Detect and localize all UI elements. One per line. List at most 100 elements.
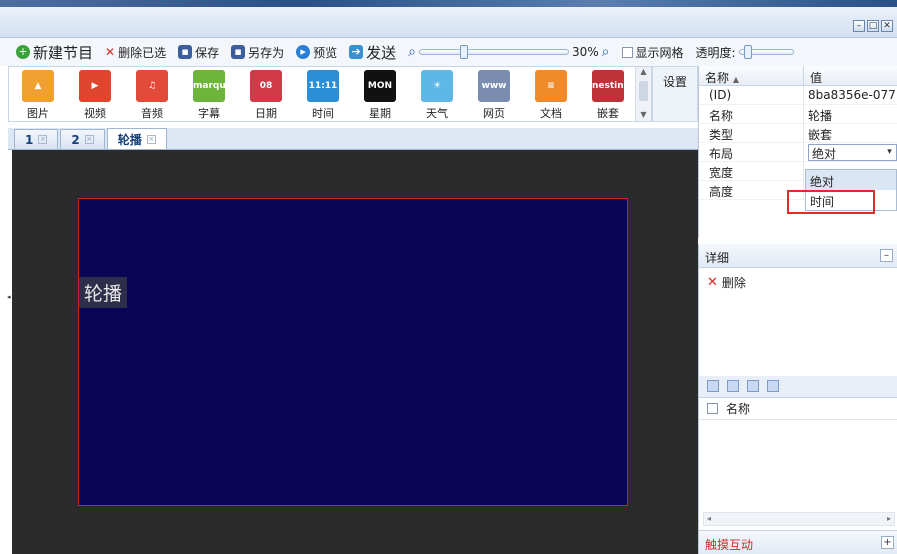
program-tab[interactable]: 1 × (14, 129, 59, 149)
save-label: 保存 (195, 45, 220, 60)
align-top-icon[interactable] (707, 380, 719, 392)
preview-icon: ▸ (296, 45, 311, 59)
palette-item[interactable]: 11:11 时间 (298, 70, 348, 120)
preview-label: 预览 (313, 45, 338, 60)
touch-interaction-label: 触摸互动 (705, 538, 754, 552)
zoom-in-icon[interactable]: ⌕ (602, 44, 610, 60)
collapse-left-icon[interactable]: ◂ (7, 293, 12, 301)
show-grid-toggle[interactable]: 显示网格 (621, 44, 684, 61)
column-value-header[interactable]: 值 (804, 66, 828, 85)
align-right-icon[interactable] (767, 380, 779, 392)
maximize-button[interactable]: □ (867, 20, 879, 32)
zoom-out-icon[interactable]: ⌕ (408, 44, 416, 60)
property-row[interactable]: 名称 轮播 (699, 105, 897, 124)
delete-element-button[interactable]: ✕ 删除 (699, 268, 897, 297)
sort-asc-icon: ▲ (732, 75, 739, 84)
show-grid-checkbox[interactable] (621, 46, 633, 58)
palette-item[interactable]: ≡ 文档 (526, 70, 576, 120)
palette-item[interactable]: www 网页 (469, 70, 519, 120)
close-button[interactable]: ✕ (881, 20, 893, 32)
delete-icon: ✕ (707, 275, 718, 290)
zoom-slider[interactable] (419, 45, 569, 59)
save-as-button[interactable]: ▪ 另存为 (231, 44, 284, 61)
close-tab-icon[interactable]: × (84, 135, 94, 144)
property-value[interactable]: 轮播 (804, 105, 897, 123)
property-value[interactable]: 嵌套 (804, 124, 897, 142)
layer-list-header: 名称 (699, 398, 897, 420)
close-tab-icon[interactable]: × (146, 134, 156, 144)
palette-item[interactable]: nesting 嵌套 (583, 70, 633, 120)
align-bottom-icon[interactable] (727, 380, 739, 392)
layout-select-value: 绝对 (812, 147, 837, 161)
property-key: 类型 (699, 124, 804, 142)
opacity-slider-knob[interactable] (743, 45, 752, 59)
document-icon: ≡ (535, 70, 567, 102)
collapse-button[interactable]: – (880, 249, 893, 262)
opacity-label: 透明度: (695, 45, 736, 60)
new-program-label: 新建节目 (33, 43, 94, 62)
palette-item[interactable]: MON 星期 (355, 70, 405, 120)
nesting-icon: nesting (592, 70, 624, 102)
property-grid-header: 名称 ▲ 值 (699, 66, 897, 86)
delete-selected-label: 删除已选 (118, 45, 167, 60)
program-tabs: 1 × 2 × 轮播 × (8, 128, 698, 150)
property-row[interactable]: (ID)8ba8356e-077... (699, 86, 897, 105)
title-bar: – □ ✕ (0, 0, 897, 38)
property-key: (ID) (699, 86, 804, 104)
palette-scroll-thumb[interactable] (639, 81, 648, 101)
save-as-label: 另存为 (248, 45, 285, 60)
new-program-button[interactable]: + 新建节目 (16, 42, 93, 63)
palette-item-label: 嵌套 (597, 107, 619, 120)
expand-button[interactable]: + (881, 536, 894, 549)
layer-toolbar (699, 376, 897, 398)
program-tab[interactable]: 2 × (60, 129, 105, 149)
save-button[interactable]: ▪ 保存 (178, 44, 219, 61)
palette-scrollbar[interactable]: ▲ ▼ (635, 67, 651, 121)
palette-item[interactable]: ♫ 音频 (127, 70, 177, 120)
zoom-value: 30% (572, 45, 599, 59)
highlight-box (787, 190, 875, 214)
layout-option[interactable]: 绝对 (806, 170, 896, 190)
property-value[interactable]: 8ba8356e-077... (804, 86, 897, 104)
minimize-button[interactable]: – (853, 20, 865, 32)
palette-item-label: 日期 (255, 107, 277, 120)
layers-hscrollbar[interactable]: ◂ ▸ (703, 512, 895, 526)
property-row[interactable]: 布局 绝对 ▾ (699, 143, 897, 162)
audio-icon: ♫ (136, 70, 168, 102)
send-button[interactable]: ➔ 发送 (349, 42, 396, 63)
picture-icon: ▲ (22, 70, 54, 102)
palette-item-label: 视频 (84, 107, 106, 120)
align-left-icon[interactable] (747, 380, 759, 392)
palette-item[interactable]: marquee 字幕 (184, 70, 234, 120)
select-all-checkbox[interactable] (707, 403, 718, 414)
settings-button[interactable]: 设置 (652, 66, 698, 122)
close-tab-icon[interactable]: × (38, 135, 48, 144)
palette-item[interactable]: ▶ 视频 (70, 70, 120, 120)
delete-selected-button[interactable]: ✕ 删除已选 (105, 44, 166, 61)
layers-panel: 名称 ◂ ▸ 触摸互动 + (698, 376, 897, 554)
layout-select[interactable]: 绝对 ▾ (808, 144, 897, 161)
carousel-element[interactable]: 轮播 (78, 198, 628, 506)
program-tab[interactable]: 轮播 × (106, 128, 167, 149)
column-name-header[interactable]: 名称 ▲ (699, 66, 804, 85)
time-icon: 11:11 (307, 70, 339, 102)
palette-item[interactable]: ▲ 图片 (13, 70, 63, 120)
palette-item[interactable]: ☀ 天气 (412, 70, 462, 120)
opacity-slider[interactable] (738, 45, 794, 59)
title-bar-accent (0, 0, 897, 7)
zoom-slider-knob[interactable] (460, 45, 469, 59)
chevron-down-icon[interactable]: ▾ (883, 145, 896, 160)
weather-icon: ☀ (421, 70, 453, 102)
palette-item[interactable]: 08 日期 (241, 70, 291, 120)
preview-button[interactable]: ▸ 预览 (296, 44, 337, 61)
window-controls: – □ ✕ (853, 20, 893, 32)
design-canvas[interactable]: 轮播 (12, 150, 698, 554)
program-tab-label: 2 (71, 132, 80, 147)
palette-item-label: 网页 (483, 107, 505, 120)
property-row[interactable]: 类型 嵌套 (699, 124, 897, 143)
video-icon: ▶ (79, 70, 111, 102)
delete-element-label: 删除 (721, 276, 746, 290)
touch-interaction-header[interactable]: 触摸互动 + (699, 530, 897, 554)
save-icon: ▪ (178, 45, 193, 59)
palette-item-label: 文档 (540, 107, 562, 120)
